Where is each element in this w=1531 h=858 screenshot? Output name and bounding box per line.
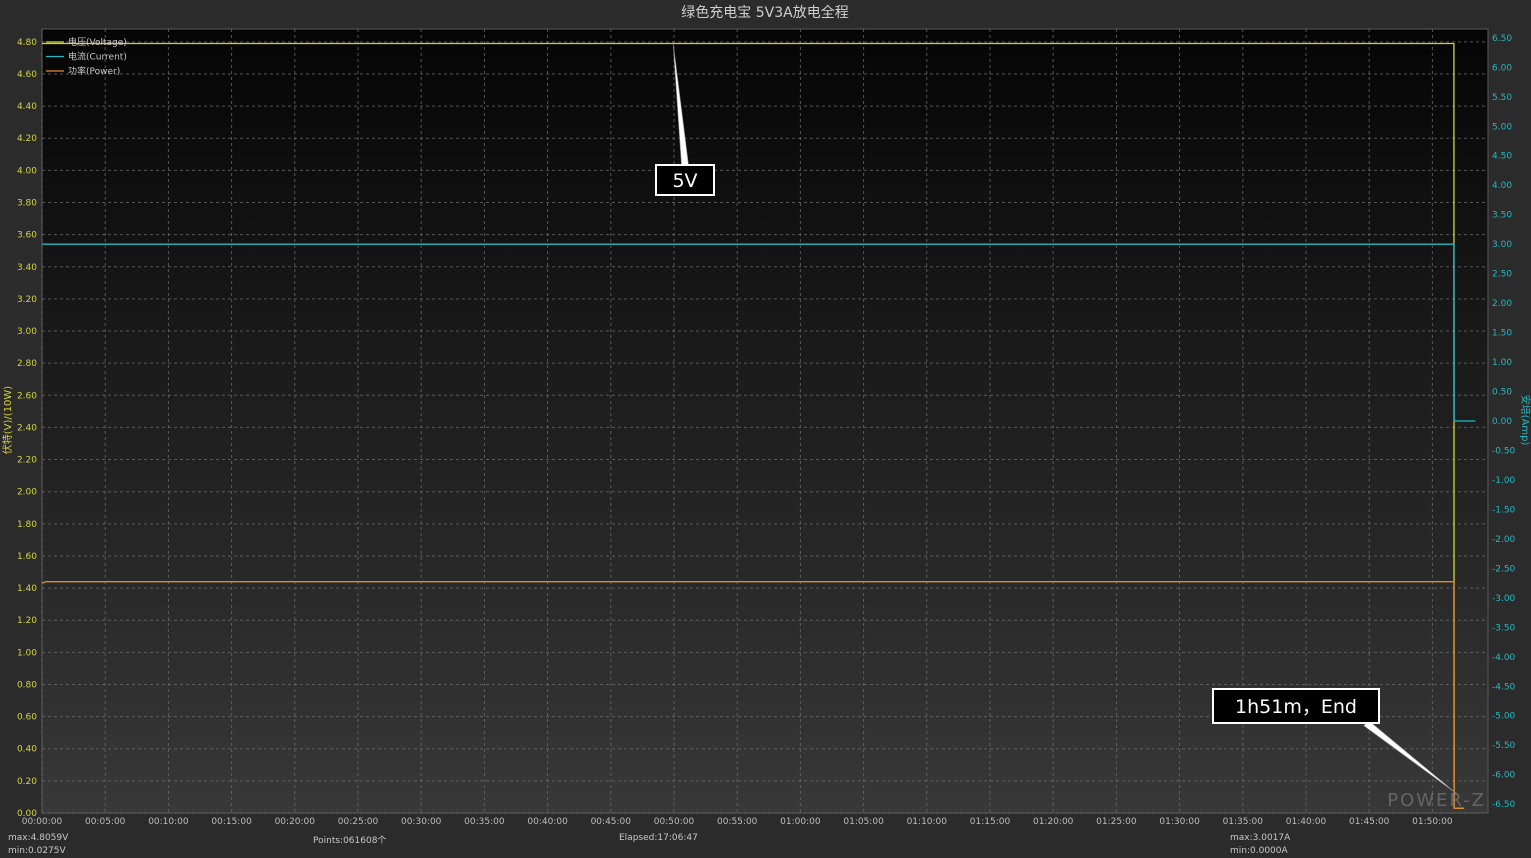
right-tick-label: -0.50	[1492, 446, 1516, 456]
left-tick-label: 3.60	[17, 231, 37, 241]
right-tick-label: -4.00	[1492, 653, 1516, 663]
legend: 电压(Voltage) 电流(Current) 功率(Power)	[46, 36, 127, 77]
right-tick-label: 1.50	[1492, 329, 1512, 339]
right-tick-label: -2.00	[1492, 535, 1516, 545]
voltage-max-readout: max:4.8059V	[8, 833, 69, 843]
x-tick-label: 00:25:00	[338, 817, 379, 827]
elapsed-readout: Elapsed:17:06:47	[619, 833, 698, 843]
x-tick-label: 01:00:00	[780, 817, 821, 827]
right-tick-label: 0.00	[1492, 417, 1512, 427]
left-tick-label: 3.40	[17, 263, 37, 273]
right-tick-label: -1.50	[1492, 505, 1516, 515]
left-tick-label: 1.00	[17, 648, 37, 658]
x-tick-label: 01:50:00	[1412, 817, 1453, 827]
right-tick-label: -6.50	[1492, 800, 1516, 810]
right-tick-label: -3.50	[1492, 623, 1516, 633]
left-axis-ticks: 0.00 0.20 0.40 0.60 0.80 1.00 1.20 1.40 1.60 1.80…	[17, 38, 37, 819]
right-tick-label: 1.00	[1492, 358, 1512, 368]
chart: 绿色充电宝 5V3A放电全程 00:00:00 00:05:00 00:10:00 0…	[1, 4, 1531, 827]
legend-label: 电流(Current)	[68, 51, 127, 63]
left-tick-label: 0.60	[17, 713, 37, 723]
chart-title: 绿色充电宝 5V3A放电全程	[681, 4, 848, 21]
x-tick-label: 01:30:00	[1159, 817, 1200, 827]
x-tick-label: 01:25:00	[1096, 817, 1137, 827]
voltage-min-readout: min:0.0275V	[8, 846, 66, 856]
current-max-readout: max:3.0017A	[1230, 833, 1291, 843]
left-tick-label: 1.80	[17, 520, 37, 530]
x-tick-label: 00:20:00	[275, 817, 316, 827]
right-tick-label: 4.50	[1492, 152, 1512, 162]
x-tick-label: 00:55:00	[717, 817, 758, 827]
points-readout: Points:061608个	[313, 836, 387, 846]
x-tick-label: 01:45:00	[1349, 817, 1390, 827]
x-tick-label: 01:10:00	[907, 817, 948, 827]
x-tick-label: 00:35:00	[464, 817, 505, 827]
x-tick-label: 00:50:00	[654, 817, 695, 827]
left-tick-label: 4.00	[17, 166, 37, 176]
left-tick-label: 2.40	[17, 423, 37, 433]
left-tick-label: 0.40	[17, 745, 37, 755]
left-tick-label: 3.00	[17, 327, 37, 337]
left-tick-label: 1.20	[17, 616, 37, 626]
left-tick-label: 3.20	[17, 295, 37, 305]
right-tick-label: -4.50	[1492, 682, 1516, 692]
right-tick-label: 2.50	[1492, 270, 1512, 280]
x-tick-label: 01:20:00	[1033, 817, 1074, 827]
right-tick-label: -5.50	[1492, 741, 1516, 751]
x-tick-label: 00:30:00	[401, 817, 442, 827]
left-tick-label: 0.80	[17, 680, 37, 690]
right-axis-label: 安培(Amp)	[1519, 395, 1531, 446]
left-tick-label: 4.60	[17, 70, 37, 80]
right-tick-label: -6.00	[1492, 771, 1516, 781]
x-tick-label: 01:15:00	[970, 817, 1011, 827]
x-tick-label: 00:10:00	[148, 817, 189, 827]
left-tick-label: 0.00	[17, 809, 37, 819]
right-tick-label: 5.50	[1492, 93, 1512, 103]
right-tick-label: 0.50	[1492, 388, 1512, 398]
x-tick-label: 01:40:00	[1286, 817, 1327, 827]
left-tick-label: 1.40	[17, 584, 37, 594]
legend-label: 电压(Voltage)	[68, 36, 127, 48]
current-min-readout: min:0.0000A	[1230, 846, 1288, 856]
x-tick-label: 00:05:00	[85, 817, 126, 827]
annotation-label: 5V	[672, 170, 697, 192]
right-tick-label: -3.00	[1492, 594, 1516, 604]
right-tick-label: 4.00	[1492, 181, 1512, 191]
right-tick-label: 6.00	[1492, 63, 1512, 73]
watermark: POWER-Z	[1387, 790, 1486, 811]
left-tick-label: 2.20	[17, 456, 37, 466]
legend-label: 功率(Power)	[68, 65, 120, 77]
annotation-label: 1h51m，End	[1235, 696, 1357, 718]
right-tick-label: -5.00	[1492, 712, 1516, 722]
x-axis-ticks: 00:00:00 00:05:00 00:10:00 00:15:00 00:20:00…	[22, 817, 1453, 827]
left-tick-label: 2.60	[17, 391, 37, 401]
right-tick-label: 5.00	[1492, 122, 1512, 132]
right-axis-ticks: -6.50 -6.00 -5.50 -5.00 -4.50 -4.00 -3.50 -3.00…	[1492, 34, 1516, 810]
left-axis-label: 伏特(V)/(10W)	[1, 386, 14, 455]
x-tick-label: 01:05:00	[843, 817, 884, 827]
left-tick-label: 3.80	[17, 199, 37, 209]
right-tick-label: -2.50	[1492, 564, 1516, 574]
x-tick-label: 01:35:00	[1223, 817, 1264, 827]
left-tick-label: 1.60	[17, 552, 37, 562]
right-tick-label: -1.00	[1492, 476, 1516, 486]
x-tick-label: 00:15:00	[211, 817, 252, 827]
left-tick-label: 4.80	[17, 38, 37, 48]
right-tick-label: 6.50	[1492, 34, 1512, 44]
right-tick-label: 2.00	[1492, 299, 1512, 309]
right-tick-label: 3.00	[1492, 240, 1512, 250]
x-tick-label: 00:40:00	[527, 817, 568, 827]
x-tick-label: 00:45:00	[591, 817, 632, 827]
left-tick-label: 4.20	[17, 134, 37, 144]
right-tick-label: 3.50	[1492, 211, 1512, 221]
left-tick-label: 0.20	[17, 777, 37, 787]
left-tick-label: 2.80	[17, 359, 37, 369]
left-tick-label: 2.00	[17, 488, 37, 498]
left-tick-label: 4.40	[17, 102, 37, 112]
